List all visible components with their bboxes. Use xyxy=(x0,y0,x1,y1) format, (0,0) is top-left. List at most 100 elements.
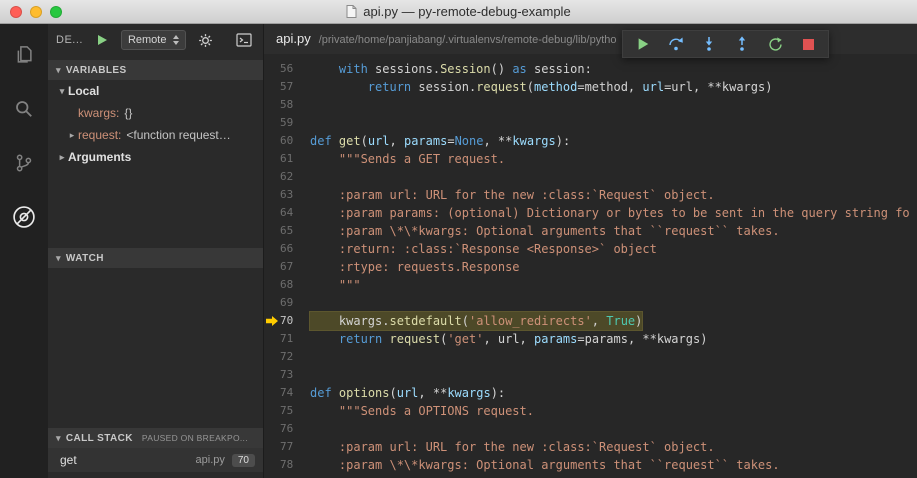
glyph-margin[interactable] xyxy=(264,456,280,474)
line-number: 74 xyxy=(280,386,294,399)
glyph-margin[interactable] xyxy=(264,402,280,420)
glyph-margin[interactable] xyxy=(264,330,280,348)
glyph-margin[interactable] xyxy=(264,348,280,366)
stop-button[interactable] xyxy=(800,36,816,52)
code-line-63[interactable]: 63 :param url: URL for the new :class:`R… xyxy=(264,186,917,204)
glyph-margin[interactable] xyxy=(264,60,280,78)
line-number: 67 xyxy=(280,260,294,273)
glyph-margin[interactable] xyxy=(264,150,280,168)
debug-icon[interactable] xyxy=(9,202,39,232)
code-line-74[interactable]: 74 def options(url, **kwargs): xyxy=(264,384,917,402)
call-stack-section: ▾ CALL STACK PAUSED ON BREAKPO... get ap… xyxy=(48,428,263,472)
continue-button[interactable] xyxy=(635,36,651,52)
code-line-75[interactable]: 75 """Sends a OPTIONS request. xyxy=(264,402,917,420)
glyph-margin[interactable] xyxy=(264,240,280,258)
variable-row-request[interactable]: ▸ request: <function request… xyxy=(48,124,263,146)
code-line-59[interactable]: 59 xyxy=(264,114,917,132)
code-line-64[interactable]: 64 :param params: (optional) Dictionary … xyxy=(264,204,917,222)
step-out-button[interactable] xyxy=(734,36,750,52)
glyph-margin[interactable] xyxy=(264,438,280,456)
debug-configuration-dropdown[interactable]: Remote xyxy=(120,30,187,50)
code-line-text: """Sends a OPTIONS request. xyxy=(338,404,534,418)
glyph-margin[interactable] xyxy=(264,276,280,294)
chevron-down-icon: ▾ xyxy=(56,432,61,443)
search-icon[interactable] xyxy=(9,94,39,124)
step-into-button[interactable] xyxy=(701,36,717,52)
code-lines: 56 with sessions.Session() as session: 57… xyxy=(264,60,917,474)
source-control-icon[interactable] xyxy=(9,148,39,178)
frame-function-name: get xyxy=(60,453,77,467)
start-debugging-button[interactable] xyxy=(91,29,113,51)
glyph-margin[interactable] xyxy=(264,258,280,276)
step-over-button[interactable] xyxy=(668,36,684,52)
debug-toolbar xyxy=(622,30,829,58)
line-number: 60 xyxy=(280,134,294,147)
line-number: 57 xyxy=(280,80,294,93)
code-line-56[interactable]: 56 with sessions.Session() as session: xyxy=(264,60,917,78)
glyph-margin[interactable] xyxy=(264,114,280,132)
code-line-71[interactable]: 71 return request('get', url, params=par… xyxy=(264,330,917,348)
minimize-window-button[interactable] xyxy=(30,6,42,18)
code-line-68[interactable]: 68 """ xyxy=(264,276,917,294)
scope-local-row[interactable]: ▾ Local xyxy=(48,80,263,102)
glyph-margin[interactable] xyxy=(264,168,280,186)
restart-button[interactable] xyxy=(767,36,783,52)
line-number: 77 xyxy=(280,440,294,453)
code-line-73[interactable]: 73 xyxy=(264,366,917,384)
code-line-text: :param url: URL for the new :class:`Requ… xyxy=(338,188,715,202)
glyph-margin[interactable] xyxy=(264,384,280,402)
scope-arguments-row[interactable]: ▸ Arguments xyxy=(48,146,263,168)
code-line-60[interactable]: 60 def get(url, params=None, **kwargs): xyxy=(264,132,917,150)
code-line-57[interactable]: 57 return session.request(method=method,… xyxy=(264,78,917,96)
variables-section: ▾ VARIABLES ▾ Local kwargs: {} ▸ request… xyxy=(48,60,263,168)
code-line-text: :param params: (optional) Dictionary or … xyxy=(338,206,910,220)
variables-section-header[interactable]: ▾ VARIABLES xyxy=(48,60,263,80)
variable-row-kwargs[interactable]: kwargs: {} xyxy=(48,102,263,124)
chevron-down-icon: ▾ xyxy=(59,85,65,96)
code-line-text: """ xyxy=(338,278,361,292)
paused-breakpoint-icon[interactable] xyxy=(264,312,280,330)
code-line-text: :rtype: requests.Response xyxy=(338,260,520,274)
glyph-margin[interactable] xyxy=(264,204,280,222)
glyph-margin[interactable] xyxy=(264,420,280,438)
watch-section-header[interactable]: ▾ WATCH xyxy=(48,248,263,268)
paused-status-label: PAUSED ON BREAKPO... xyxy=(141,433,248,443)
configure-gear-icon[interactable] xyxy=(194,29,216,51)
code-line-69[interactable]: 69 xyxy=(264,294,917,312)
glyph-margin[interactable] xyxy=(264,78,280,96)
line-number: 58 xyxy=(280,98,294,111)
code-line-67[interactable]: 67 :rtype: requests.Response xyxy=(264,258,917,276)
glyph-margin[interactable] xyxy=(264,294,280,312)
call-stack-section-header[interactable]: ▾ CALL STACK PAUSED ON BREAKPO... xyxy=(48,428,263,448)
code-editor[interactable]: 56 with sessions.Session() as session: 57… xyxy=(264,54,917,478)
glyph-margin[interactable] xyxy=(264,132,280,150)
code-line-text: """Sends a GET request. xyxy=(338,152,506,166)
code-line-62[interactable]: 62 xyxy=(264,168,917,186)
variable-value: <function request… xyxy=(126,128,231,142)
code-line-76[interactable]: 76 xyxy=(264,420,917,438)
dropdown-arrows-icon xyxy=(173,35,180,45)
code-line-66[interactable]: 66 :return: :class:`Response <Response>`… xyxy=(264,240,917,258)
code-line-text: kwargs.setdefault('allow_redirects', Tru… xyxy=(308,311,644,331)
chevron-down-icon: ▾ xyxy=(56,64,61,75)
frame-file-name: api.py xyxy=(195,454,225,466)
glyph-margin[interactable] xyxy=(264,366,280,384)
glyph-margin[interactable] xyxy=(264,222,280,240)
stack-frame-row[interactable]: get api.py 70 xyxy=(48,448,263,472)
code-line-61[interactable]: 61 """Sends a GET request. xyxy=(264,150,917,168)
code-line-70[interactable]: 70 kwargs.setdefault('allow_redirects', … xyxy=(264,311,917,331)
glyph-margin[interactable] xyxy=(264,186,280,204)
zoom-window-button[interactable] xyxy=(50,6,62,18)
debug-console-icon[interactable] xyxy=(233,29,255,51)
code-line-58[interactable]: 58 xyxy=(264,96,917,114)
code-line-72[interactable]: 72 xyxy=(264,348,917,366)
explorer-icon[interactable] xyxy=(9,40,39,70)
code-line-78[interactable]: 78 :param \*\*kwargs: Optional arguments… xyxy=(264,456,917,474)
activity-bar xyxy=(0,24,48,478)
close-window-button[interactable] xyxy=(10,6,22,18)
code-line-77[interactable]: 77 :param url: URL for the new :class:`R… xyxy=(264,438,917,456)
code-line-65[interactable]: 65 :param \*\*kwargs: Optional arguments… xyxy=(264,222,917,240)
line-number: 63 xyxy=(280,188,294,201)
glyph-margin[interactable] xyxy=(264,96,280,114)
code-line-text: with sessions.Session() as session: xyxy=(338,62,592,76)
